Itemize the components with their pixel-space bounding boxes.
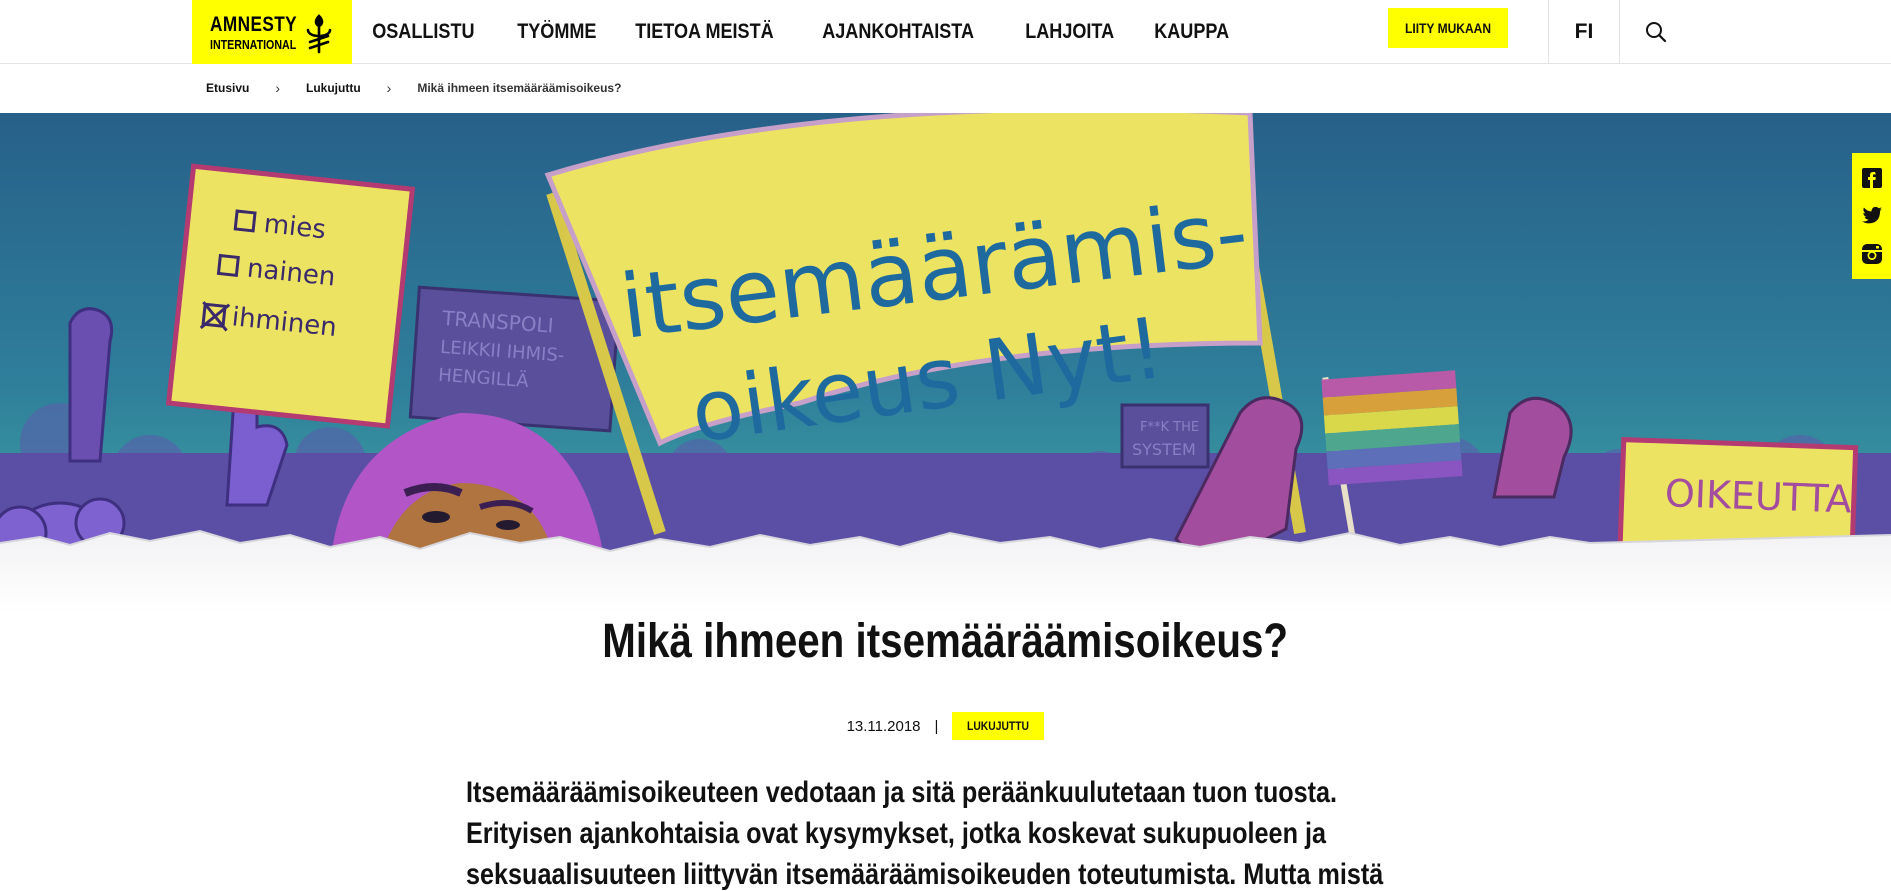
article-lead: Itsemääräämisoikeuteen vedotaan ja sitä …	[466, 772, 1426, 891]
sign-small-line2: SYSTEM	[1132, 440, 1196, 459]
breadcrumb-item-etusivu[interactable]: Etusivu	[206, 81, 249, 95]
page-title: Mikä ihmeen itsemääräämisoikeus?	[602, 615, 1289, 668]
join-button[interactable]: LIITY MUKAAN	[1388, 8, 1508, 48]
chevron-right-icon: ›	[275, 80, 281, 96]
sign-right-text: OIKEUTTA	[1664, 471, 1852, 521]
meta-separator: |	[934, 717, 939, 735]
breadcrumb-item-lukujuttu[interactable]: Lukujuttu	[306, 81, 361, 95]
facebook-icon[interactable]	[1860, 166, 1884, 190]
social-share-bar	[1852, 153, 1891, 279]
amnesty-logo[interactable]: AMNESTY INTERNATIONAL	[192, 0, 352, 64]
language-switch[interactable]: FI	[1548, 0, 1620, 64]
twitter-icon[interactable]	[1860, 204, 1884, 228]
lead-line: Itsemääräämisoikeuteen vedotaan ja sitä …	[466, 776, 1338, 809]
sign-small-line1: F**K THE	[1140, 420, 1199, 435]
chevron-right-icon: ›	[386, 80, 392, 96]
article-date: 13.11.2018	[846, 717, 921, 735]
nav-item-kauppa[interactable]: KAUPPA	[1137, 0, 1246, 64]
main-nav: OSALLISTU TYÖMME TIETOA MEISTÄ AJANKOHTA…	[355, 0, 1250, 64]
lead-line: Erityisen ajankohtaisia ovat kysymykset,…	[466, 817, 1326, 850]
breadcrumb: Etusivu › Lukujuttu › Mikä ihmeen itsemä…	[206, 64, 621, 112]
nav-item-osallistu[interactable]: OSALLISTU	[355, 0, 492, 64]
article-meta: 13.11.2018 | LUKUJUTTU	[0, 712, 1891, 740]
breadcrumb-item-current: Mikä ihmeen itsemääräämisoikeus?	[417, 81, 622, 95]
candle-icon	[306, 14, 332, 54]
instagram-icon[interactable]	[1860, 242, 1884, 266]
nav-item-tyomme[interactable]: TYÖMME	[500, 0, 614, 64]
category-tag[interactable]: LUKUJUTTU	[952, 712, 1045, 740]
hero-illustration: mies nainen ihminen TRANSPOLI LEIKKII IH…	[0, 113, 1891, 613]
search-button[interactable]	[1620, 0, 1692, 64]
nav-item-ajankohtaista[interactable]: AJANKOHTAISTA	[805, 0, 991, 64]
lead-line: seksuaalisuuteen liittyvän itsemääräämis…	[466, 858, 1384, 891]
nav-item-lahjoita[interactable]: LAHJOITA	[1008, 0, 1131, 64]
nav-item-tietoa-meista[interactable]: TIETOA MEISTÄ	[618, 0, 791, 64]
site-header: AMNESTY INTERNATIONAL OSALLISTU TYÖMME T…	[0, 0, 1891, 64]
logo-text: AMNESTY INTERNATIONAL	[210, 12, 298, 52]
search-icon	[1646, 22, 1667, 43]
